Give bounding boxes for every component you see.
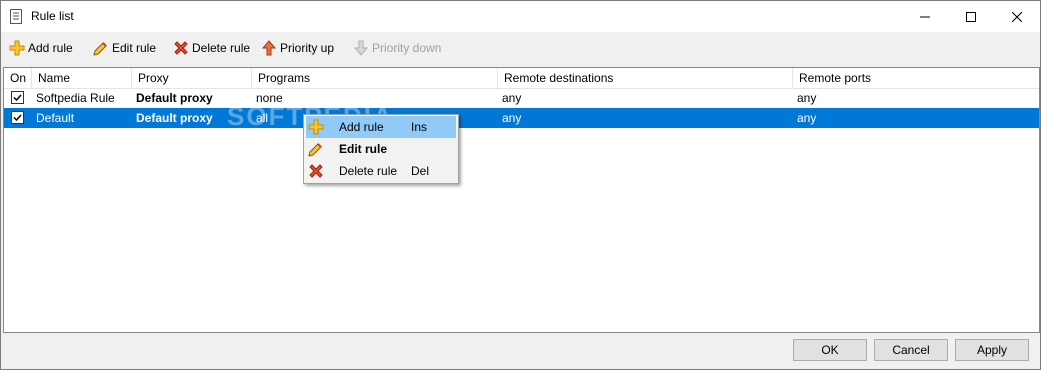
column-header-programs[interactable]: Programs <box>252 68 498 88</box>
toolbar: Add rule Edit rule Delete rule Priority … <box>1 32 1040 65</box>
column-header-name[interactable]: Name <box>32 68 132 88</box>
priority-up-button[interactable]: Priority up <box>261 39 334 57</box>
list-header: On Name Proxy Programs Remote destinatio… <box>4 68 1039 89</box>
edit-rule-label: Edit rule <box>112 41 157 55</box>
column-header-remote-destinations[interactable]: Remote destinations <box>498 68 793 88</box>
add-icon <box>308 119 324 135</box>
arrow-down-icon <box>353 40 369 56</box>
context-menu-label: Delete rule <box>339 164 398 178</box>
context-menu-label: Edit rule <box>339 142 388 156</box>
delete-icon <box>174 41 188 55</box>
close-button[interactable] <box>994 1 1040 32</box>
table-row-selected[interactable]: Default Default proxy all any any <box>4 108 1039 128</box>
document-icon <box>10 9 22 24</box>
context-menu-shortcut: Del <box>411 164 430 178</box>
checkbox-checked-icon[interactable] <box>11 91 24 104</box>
rule-proxy: Default proxy <box>136 91 213 105</box>
priority-down-label: Priority down <box>372 41 442 55</box>
cancel-button[interactable]: Cancel <box>874 339 948 361</box>
rule-ports: any <box>797 91 817 105</box>
ok-button[interactable]: OK <box>793 339 867 361</box>
rule-destinations: any <box>502 111 522 125</box>
delete-icon <box>309 164 323 178</box>
priority-up-label: Priority up <box>280 41 335 55</box>
maximize-button[interactable] <box>948 1 994 32</box>
rule-list-view[interactable]: On Name Proxy Programs Remote destinatio… <box>3 67 1040 333</box>
rule-name: Softpedia Rule <box>36 91 115 105</box>
table-row[interactable]: Softpedia Rule Default proxy none any an… <box>4 88 1039 108</box>
column-header-remote-ports[interactable]: Remote ports <box>793 68 1039 88</box>
window-title: Rule list <box>31 9 74 23</box>
apply-button[interactable]: Apply <box>955 339 1029 361</box>
context-menu-label: Add rule <box>339 120 384 134</box>
pencil-icon <box>308 143 322 157</box>
minimize-button[interactable] <box>902 1 948 32</box>
rule-proxy: Default proxy <box>136 111 213 125</box>
minimize-icon <box>920 16 930 17</box>
context-menu-shortcut: Ins <box>411 120 428 134</box>
rule-ports: any <box>797 111 817 125</box>
close-icon <box>1012 11 1022 22</box>
context-menu: Add rule Ins Edit rule Delete rule Del <box>303 114 459 184</box>
column-header-proxy[interactable]: Proxy <box>132 68 252 88</box>
arrow-up-icon <box>261 40 277 56</box>
context-menu-edit-rule[interactable]: Edit rule <box>306 138 456 160</box>
edit-rule-button[interactable]: Edit rule <box>93 39 156 57</box>
rule-name: Default <box>36 111 75 125</box>
delete-rule-button[interactable]: Delete rule <box>173 39 250 57</box>
context-menu-delete-rule[interactable]: Delete rule Del <box>306 160 456 182</box>
checkbox-checked-icon[interactable] <box>11 111 24 124</box>
column-header-on[interactable]: On <box>4 68 32 88</box>
add-icon <box>9 40 25 56</box>
title-bar: Rule list <box>1 1 1040 32</box>
rule-destinations: any <box>502 91 522 105</box>
add-rule-button[interactable]: Add rule <box>9 39 73 57</box>
pencil-icon <box>93 42 107 56</box>
delete-rule-label: Delete rule <box>192 41 251 55</box>
maximize-icon <box>966 11 976 22</box>
add-rule-label: Add rule <box>28 41 73 55</box>
priority-down-button[interactable]: Priority down <box>353 39 441 57</box>
rule-list-window: Rule list Add rule Edit rule Delete rule… <box>0 0 1041 370</box>
context-menu-add-rule[interactable]: Add rule Ins <box>306 116 456 138</box>
